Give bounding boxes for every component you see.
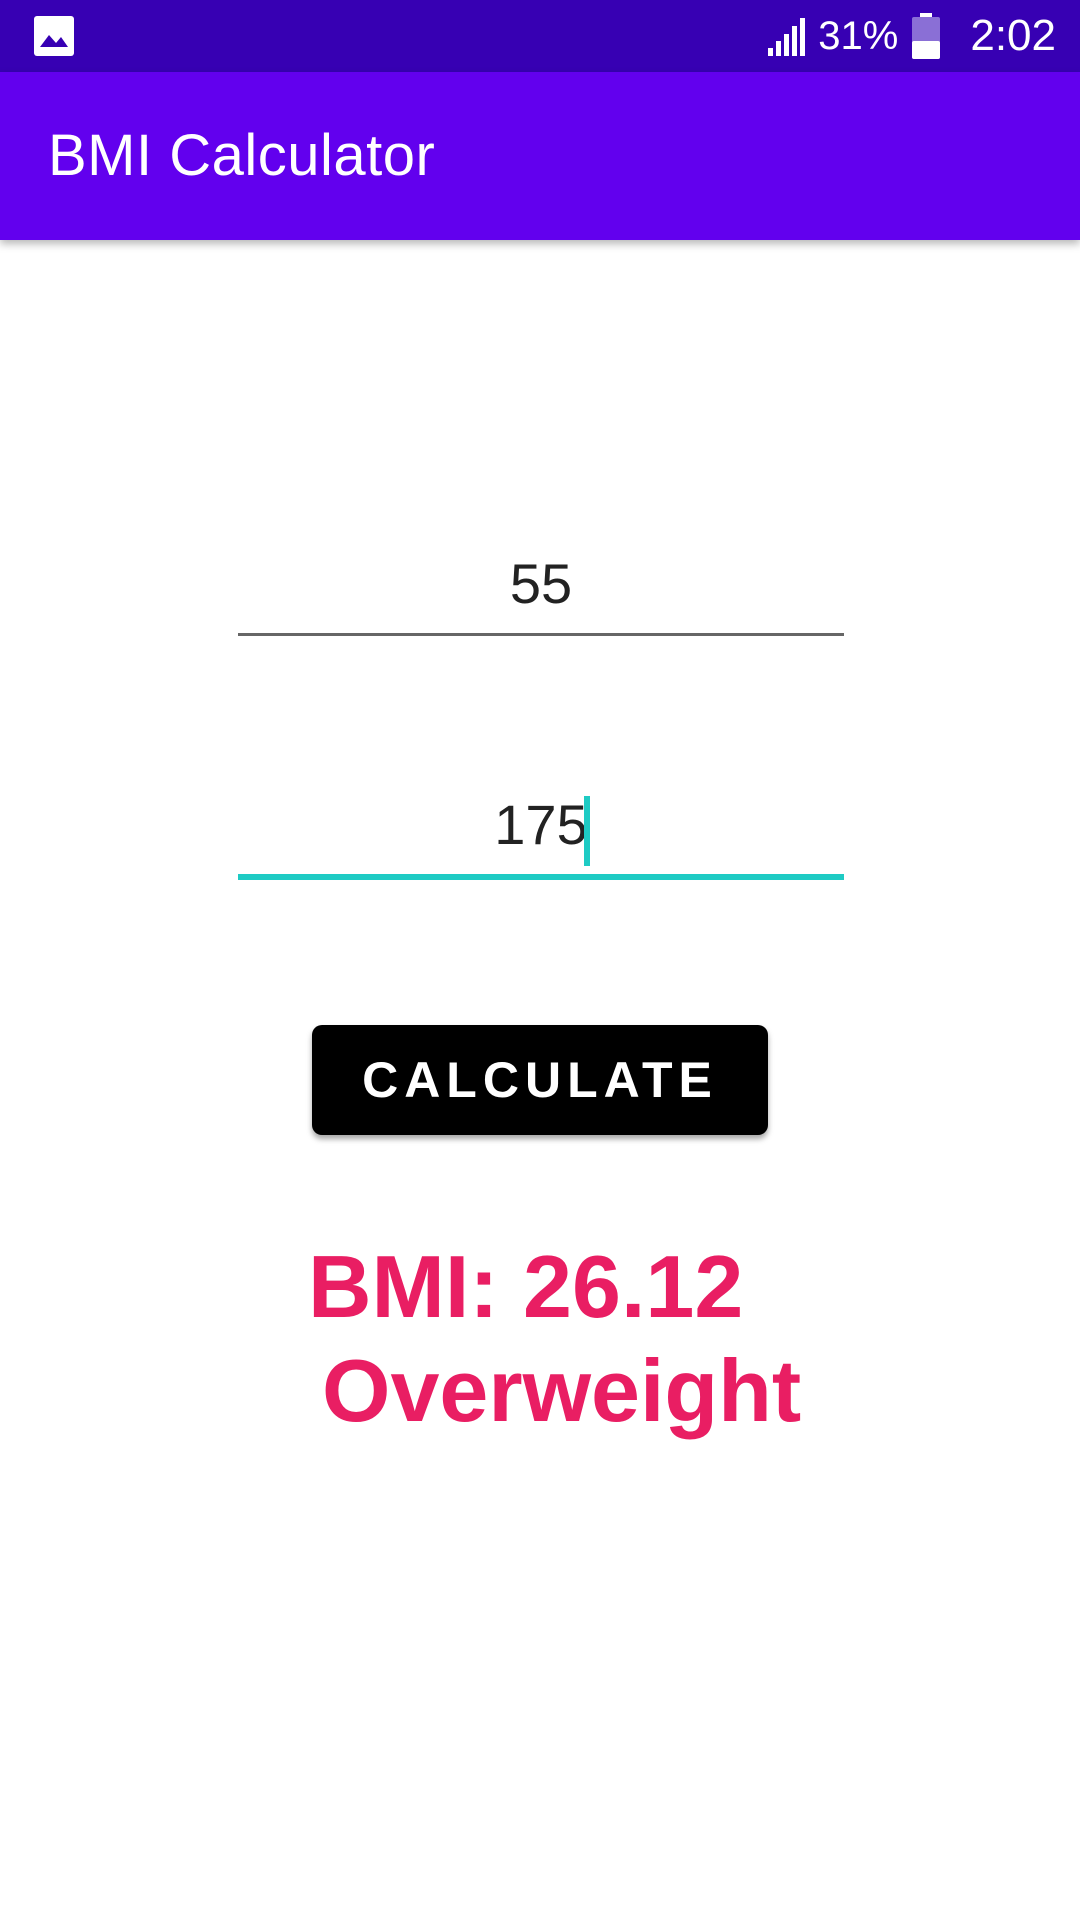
weight-field-container	[238, 548, 844, 636]
app-title: BMI Calculator	[48, 123, 436, 188]
calculate-button[interactable]: CALCULATE	[312, 1025, 768, 1135]
weight-input[interactable]	[238, 548, 844, 636]
status-indicators: 31% 2:02	[766, 0, 1056, 72]
height-field-container	[238, 788, 844, 880]
text-cursor	[584, 796, 590, 866]
app-bar: BMI Calculator	[0, 72, 1080, 240]
height-input[interactable]	[238, 788, 844, 880]
signal-icon	[766, 14, 810, 58]
battery-icon	[912, 13, 941, 59]
bmi-result: BMI: 26.12 Overweight	[290, 1235, 810, 1443]
status-bar: 31% 2:02	[0, 0, 1080, 72]
status-time: 2:02	[970, 11, 1056, 60]
image-icon	[34, 16, 74, 56]
battery-percent: 31%	[818, 13, 899, 58]
bmi-value: BMI: 26.12	[308, 1237, 744, 1336]
bmi-category: Overweight	[322, 1341, 802, 1440]
